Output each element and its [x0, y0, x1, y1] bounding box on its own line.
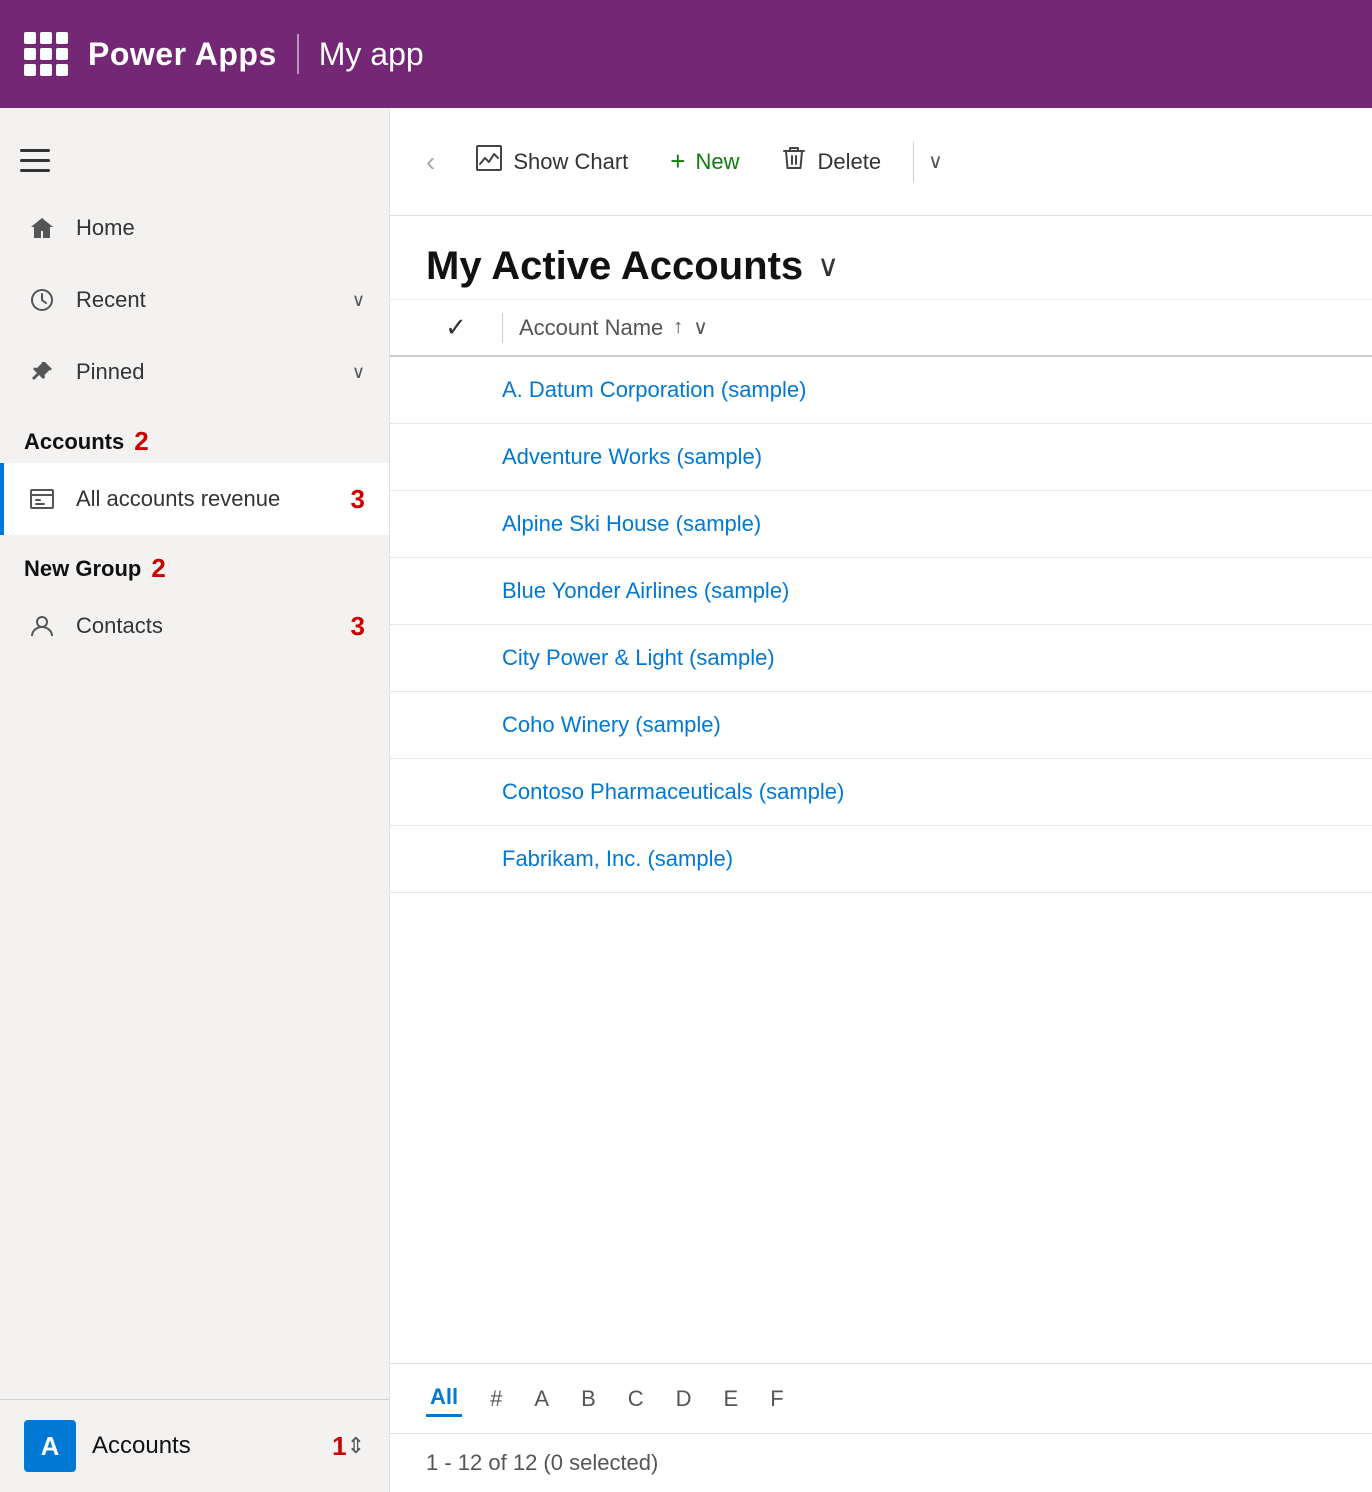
account-name-2[interactable]: Adventure Works (sample)	[486, 444, 762, 470]
top-bar: Power Apps My app	[0, 0, 1372, 108]
alpha-f[interactable]: F	[766, 1382, 787, 1416]
list-title-chevron-icon[interactable]: ∨	[817, 249, 839, 284]
expand-collapse-icon[interactable]: ⇕	[347, 1433, 365, 1459]
table-row[interactable]: A. Datum Corporation (sample)	[390, 357, 1372, 424]
account-name-column[interactable]: Account Name ↑ ∨	[519, 315, 708, 341]
table-row[interactable]: Fabrikam, Inc. (sample)	[390, 826, 1372, 893]
show-chart-button[interactable]: Show Chart	[457, 134, 646, 189]
table-row[interactable]: Alpine Ski House (sample)	[390, 491, 1372, 558]
new-group-badge: 2	[151, 553, 165, 584]
sort-descending-icon[interactable]: ∨	[693, 315, 708, 340]
alpha-hash[interactable]: #	[486, 1382, 506, 1416]
new-label: New	[695, 149, 739, 175]
pinned-chevron-icon: ∨	[352, 362, 365, 383]
table-row[interactable]: City Power & Light (sample)	[390, 625, 1372, 692]
account-name-7[interactable]: Contoso Pharmaceuticals (sample)	[486, 779, 844, 805]
list-header: My Active Accounts ∨	[390, 216, 1372, 299]
alpha-c[interactable]: C	[624, 1382, 648, 1416]
sidebar-item-all-accounts-label: All accounts revenue	[76, 486, 351, 512]
sidebar-top	[0, 108, 389, 192]
content-pane: ‹ Show Chart + New	[390, 108, 1372, 1492]
account-list: A. Datum Corporation (sample) Adventure …	[390, 357, 1372, 1363]
table-row[interactable]: Contoso Pharmaceuticals (sample)	[390, 759, 1372, 826]
accounts-revenue-icon	[24, 481, 60, 517]
account-name-1[interactable]: A. Datum Corporation (sample)	[486, 377, 806, 403]
avatar: A	[24, 1420, 76, 1472]
alphabet-bar: All # A B C D E F	[390, 1363, 1372, 1433]
accounts-section-header: Accounts 2	[0, 408, 389, 463]
sidebar-item-recent-label: Recent	[76, 287, 352, 313]
status-bar: 1 - 12 of 12 (0 selected)	[390, 1433, 1372, 1492]
table-row[interactable]: Blue Yonder Airlines (sample)	[390, 558, 1372, 625]
chart-icon	[475, 144, 503, 179]
list-area: My Active Accounts ∨ ✓ Account Name ↑ ∨ …	[390, 216, 1372, 1492]
hamburger-button[interactable]	[20, 138, 64, 182]
sidebar-item-home[interactable]: Home	[0, 192, 389, 264]
alpha-e[interactable]: E	[720, 1382, 743, 1416]
account-name-3[interactable]: Alpine Ski House (sample)	[486, 511, 761, 537]
account-name-5[interactable]: City Power & Light (sample)	[486, 645, 775, 671]
sidebar-item-pinned-label: Pinned	[76, 359, 352, 385]
toolbar-divider	[913, 142, 914, 182]
all-accounts-badge: 3	[351, 484, 365, 515]
accounts-badge: 2	[134, 426, 148, 457]
account-name-6[interactable]: Coho Winery (sample)	[486, 712, 721, 738]
alpha-a[interactable]: A	[530, 1382, 553, 1416]
toolbar: ‹ Show Chart + New	[390, 108, 1372, 216]
alpha-d[interactable]: D	[672, 1382, 696, 1416]
column-header: ✓ Account Name ↑ ∨	[390, 299, 1372, 357]
waffle-icon[interactable]	[24, 32, 68, 76]
sidebar-item-home-label: Home	[76, 215, 365, 241]
hamburger-line-1	[20, 149, 50, 152]
alpha-b[interactable]: B	[577, 1382, 600, 1416]
app-name-power: Power Apps	[88, 36, 277, 73]
main-area: Home Recent ∨ Pinned ∨ Ac	[0, 108, 1372, 1492]
sort-ascending-icon[interactable]: ↑	[673, 316, 683, 339]
sidebar-item-recent[interactable]: Recent ∨	[0, 264, 389, 336]
new-button[interactable]: + New	[652, 136, 757, 187]
sidebar: Home Recent ∨ Pinned ∨ Ac	[0, 108, 390, 1492]
list-title: My Active Accounts	[426, 244, 803, 289]
top-bar-divider	[297, 34, 299, 74]
table-row[interactable]: Adventure Works (sample)	[390, 424, 1372, 491]
plus-icon: +	[670, 146, 685, 177]
sidebar-item-contacts-label: Contacts	[76, 613, 351, 639]
new-group-section-header: New Group 2	[0, 535, 389, 590]
app-name-custom: My app	[319, 36, 424, 73]
sidebar-bottom-bar[interactable]: A Accounts 1 ⇕	[0, 1399, 389, 1492]
sidebar-bottom-label: Accounts	[92, 1432, 324, 1460]
col-divider	[502, 313, 503, 343]
recent-chevron-icon: ∨	[352, 290, 365, 311]
pin-icon	[24, 354, 60, 390]
table-row[interactable]: Coho Winery (sample)	[390, 692, 1372, 759]
alpha-all[interactable]: All	[426, 1380, 462, 1417]
contacts-badge: 3	[351, 611, 365, 642]
account-name-label: Account Name	[519, 315, 663, 341]
accounts-section-label: Accounts	[24, 429, 124, 455]
delete-label: Delete	[817, 149, 881, 175]
hamburger-line-2	[20, 159, 50, 162]
bottom-badge: 1	[332, 1431, 346, 1462]
account-name-4[interactable]: Blue Yonder Airlines (sample)	[486, 578, 789, 604]
recent-icon	[24, 282, 60, 318]
delete-icon	[781, 144, 807, 179]
sidebar-item-contacts[interactable]: Contacts 3	[0, 590, 389, 662]
back-button[interactable]: ‹	[410, 138, 451, 186]
new-group-section-label: New Group	[24, 556, 141, 582]
status-text: 1 - 12 of 12 (0 selected)	[426, 1450, 658, 1475]
sidebar-item-all-accounts-revenue[interactable]: All accounts revenue 3	[0, 463, 389, 535]
sidebar-item-pinned[interactable]: Pinned ∨	[0, 336, 389, 408]
select-all-checkbox[interactable]: ✓	[426, 312, 486, 343]
show-chart-label: Show Chart	[513, 149, 628, 175]
home-icon	[24, 210, 60, 246]
toolbar-more-icon[interactable]: ∨	[928, 149, 943, 174]
account-name-8[interactable]: Fabrikam, Inc. (sample)	[486, 846, 733, 872]
hamburger-line-3	[20, 169, 50, 172]
contacts-icon	[24, 608, 60, 644]
delete-button[interactable]: Delete	[763, 134, 899, 189]
